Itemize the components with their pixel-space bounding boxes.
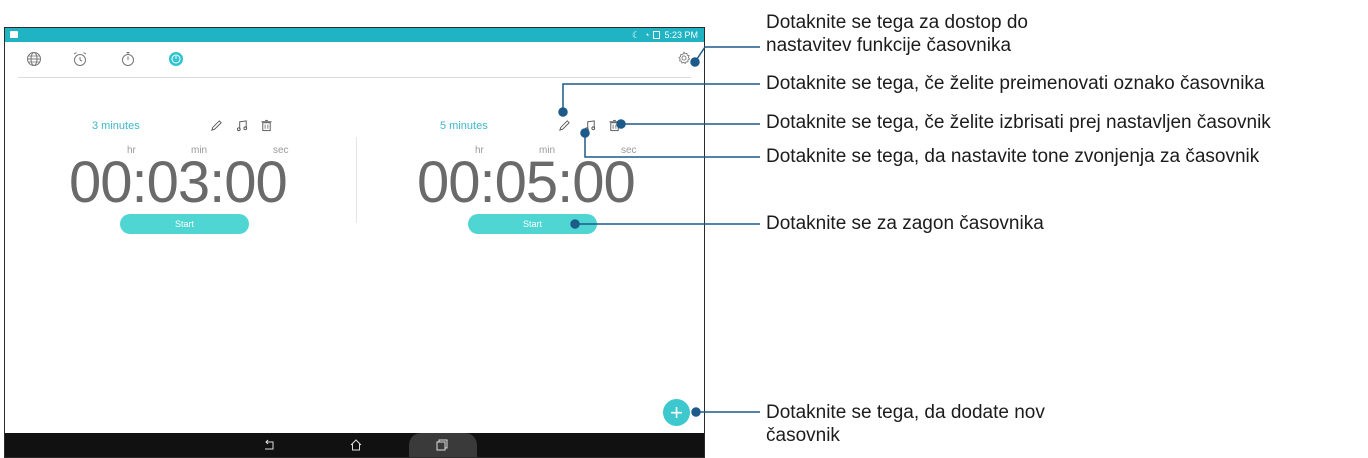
tab-bar: [5, 42, 704, 77]
notification-icon: [10, 31, 18, 38]
tab-timer[interactable]: [167, 50, 185, 68]
status-icons: ☾ ◔ 5:23 PM: [632, 29, 698, 41]
tab-stopwatch[interactable]: [119, 50, 137, 68]
ringtone-button[interactable]: [235, 118, 249, 132]
column-divider: [356, 137, 357, 223]
callout-delete: Dotaknite se tega, če želite izbrisati p…: [766, 112, 1271, 133]
timer-label[interactable]: 3 minutes: [92, 120, 140, 132]
status-bar: ☾ ◔ 5:23 PM: [5, 28, 704, 42]
recents-icon: [436, 439, 448, 451]
trash-icon: [608, 119, 620, 131]
pencil-icon: [558, 119, 570, 131]
callout-start: Dotaknite se za zagon časovnika: [766, 213, 1044, 234]
tablet-screen: ☾ ◔ 5:23 PM 3 minutes hr min sec 00:03:0…: [4, 27, 705, 458]
callout-rename: Dotaknite se tega, če želite preimenovat…: [766, 73, 1265, 94]
plus-icon: +: [670, 399, 683, 425]
music-note-icon: [584, 119, 595, 131]
callout-settings: Dotaknite se tega za dostop do nastavite…: [766, 11, 1028, 57]
ringtone-button[interactable]: [583, 118, 597, 132]
timer-card-2: 5 minutes hr min sec 00:05:00 Start: [414, 113, 704, 238]
timer-icon: [169, 52, 183, 66]
pencil-icon: [210, 119, 222, 131]
home-icon: [350, 439, 362, 451]
tab-divider: [18, 77, 691, 78]
callout-add: Dotaknite se tega, da dodate nov časovni…: [766, 401, 1045, 447]
music-note-icon: [236, 119, 247, 131]
delete-button[interactable]: [259, 118, 273, 132]
start-button[interactable]: Start: [468, 214, 597, 234]
trash-icon: [260, 119, 272, 131]
callout-ringtone: Dotaknite se tega, da nastavite tone zvo…: [766, 146, 1260, 167]
start-button[interactable]: Start: [120, 214, 249, 234]
stopwatch-icon: [122, 52, 134, 66]
status-time: 5:23 PM: [664, 30, 698, 40]
callout-add-text: Dotaknite se tega, da dodate nov časovni…: [766, 402, 1045, 446]
settings-button[interactable]: [675, 49, 693, 67]
timer-time[interactable]: 00:05:00: [417, 149, 636, 216]
battery-icon: [653, 31, 661, 39]
tab-alarm[interactable]: [71, 50, 89, 68]
home-button[interactable]: [348, 437, 364, 453]
moon-icon: ☾: [631, 29, 641, 40]
timer-label[interactable]: 5 minutes: [440, 120, 488, 132]
add-timer-button[interactable]: +: [663, 399, 690, 426]
gear-icon: [678, 51, 691, 65]
timer-time[interactable]: 00:03:00: [69, 149, 288, 216]
wifi-icon: ◔: [644, 30, 650, 40]
globe-icon: [27, 52, 41, 66]
navigation-bar: [5, 433, 704, 457]
tab-world-clock[interactable]: [25, 50, 43, 68]
back-icon: [265, 439, 274, 450]
alarm-clock-icon: [73, 52, 87, 66]
delete-button[interactable]: [607, 118, 621, 132]
back-button[interactable]: [261, 437, 277, 453]
callout-settings-text: Dotaknite se tega za dostop do nastavite…: [766, 12, 1028, 56]
rename-button[interactable]: [209, 118, 223, 132]
rename-button[interactable]: [557, 118, 571, 132]
recents-button[interactable]: [434, 437, 450, 453]
timer-card-1: 3 minutes hr min sec 00:03:00 Start: [66, 113, 366, 238]
